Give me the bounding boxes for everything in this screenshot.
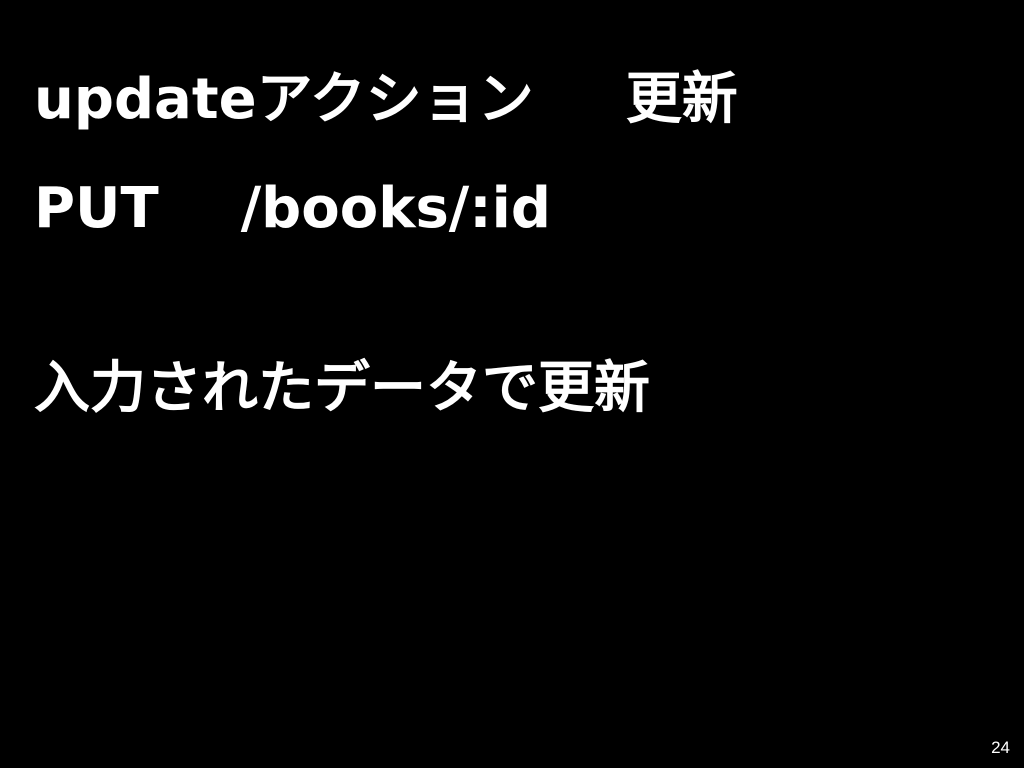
http-method: PUT [34, 176, 159, 241]
action-name: updateアクション [34, 67, 534, 132]
action-meaning: 更新 [625, 67, 738, 132]
slide: updateアクション 更新 PUT/books/:id 入力されたデータで更新 … [0, 0, 1024, 768]
action-heading: updateアクション 更新 [34, 72, 738, 128]
route-path: /books/:id [240, 176, 551, 241]
action-description: 入力されたデータで更新 [34, 356, 650, 421]
route-line: PUT/books/:id [34, 181, 551, 237]
page-number: 24 [991, 738, 1010, 757]
